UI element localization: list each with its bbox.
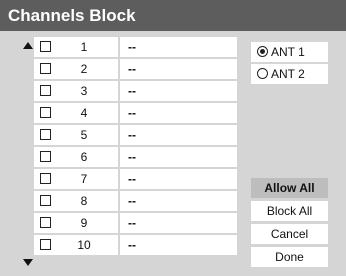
channel-row[interactable]: 5 -- <box>34 125 237 145</box>
channel-number: 4 <box>80 106 88 120</box>
column-divider <box>118 191 120 211</box>
channel-name: -- <box>128 150 136 164</box>
column-divider <box>118 125 120 145</box>
channel-row[interactable]: 6 -- <box>34 147 237 167</box>
column-divider <box>118 59 120 79</box>
channel-number: 10 <box>77 238 91 252</box>
channel-name: -- <box>128 84 136 98</box>
channel-name: -- <box>128 238 136 252</box>
channel-name: -- <box>128 194 136 208</box>
done-button[interactable]: Done <box>251 247 328 267</box>
channel-number: 2 <box>80 62 88 76</box>
channel-row[interactable]: 9 -- <box>34 213 237 233</box>
channel-checkbox[interactable] <box>40 195 51 206</box>
channel-name: -- <box>128 40 136 54</box>
column-divider <box>118 213 120 233</box>
ant1-radio-option[interactable]: ANT 1 <box>251 42 328 62</box>
column-divider <box>118 147 120 167</box>
ant1-label: ANT 1 <box>271 45 305 59</box>
channels-block-dialog: Channels Block 1 -- 2 -- 3 -- 4 -- 5 -- … <box>0 0 346 276</box>
channel-checkbox[interactable] <box>40 239 51 250</box>
channel-checkbox[interactable] <box>40 107 51 118</box>
column-divider <box>118 81 120 101</box>
column-divider <box>118 235 120 255</box>
channel-name: -- <box>128 128 136 142</box>
channel-name: -- <box>128 172 136 186</box>
channel-name: -- <box>128 62 136 76</box>
channel-row[interactable]: 8 -- <box>34 191 237 211</box>
channel-list: 1 -- 2 -- 3 -- 4 -- 5 -- 6 -- 7 -- 8 -- … <box>34 37 237 257</box>
channel-number: 3 <box>80 84 88 98</box>
channel-checkbox[interactable] <box>40 41 51 52</box>
channel-checkbox[interactable] <box>40 151 51 162</box>
ant2-label: ANT 2 <box>271 67 305 81</box>
channel-row[interactable]: 4 -- <box>34 103 237 123</box>
channel-name: -- <box>128 216 136 230</box>
channel-number: 6 <box>80 150 88 164</box>
channel-row[interactable]: 7 -- <box>34 169 237 189</box>
channel-number: 7 <box>80 172 88 186</box>
channel-row[interactable]: 2 -- <box>34 59 237 79</box>
dialog-title: Channels Block <box>0 0 346 31</box>
cancel-button[interactable]: Cancel <box>251 224 328 244</box>
channel-number: 5 <box>80 128 88 142</box>
allow-all-button[interactable]: Allow All <box>251 178 328 198</box>
column-divider <box>118 103 120 123</box>
channel-row[interactable]: 3 -- <box>34 81 237 101</box>
channel-number: 9 <box>80 216 88 230</box>
column-divider <box>118 169 120 189</box>
channel-number: 8 <box>80 194 88 208</box>
scroll-up-icon[interactable] <box>23 42 33 49</box>
channel-checkbox[interactable] <box>40 129 51 140</box>
channel-checkbox[interactable] <box>40 85 51 96</box>
column-divider <box>118 37 120 57</box>
radio-selected-icon[interactable] <box>257 46 268 57</box>
channel-checkbox[interactable] <box>40 173 51 184</box>
channel-checkbox[interactable] <box>40 63 51 74</box>
channel-name: -- <box>128 106 136 120</box>
scroll-down-icon[interactable] <box>23 259 33 266</box>
block-all-button[interactable]: Block All <box>251 201 328 221</box>
channel-number: 1 <box>80 40 88 54</box>
ant2-radio-option[interactable]: ANT 2 <box>251 64 328 84</box>
radio-unselected-icon[interactable] <box>257 68 268 79</box>
channel-checkbox[interactable] <box>40 217 51 228</box>
channel-row[interactable]: 10 -- <box>34 235 237 255</box>
channel-row[interactable]: 1 -- <box>34 37 237 57</box>
